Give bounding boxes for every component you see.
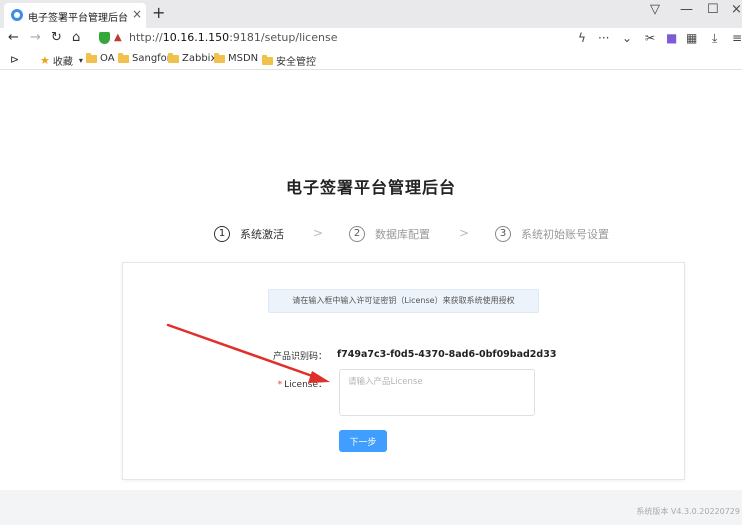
lightning-icon[interactable]: ϟ bbox=[578, 31, 586, 45]
step-label: 系统激活 bbox=[240, 228, 284, 241]
chevron-right-icon: > bbox=[313, 226, 324, 240]
product-id-label: 产品识别码： bbox=[272, 352, 327, 362]
browser-nav-bar: ← → ↻ ⌂ ▲ http://10.16.1.150:9181/setup/… bbox=[0, 28, 742, 50]
menu-icon[interactable]: ≡ bbox=[732, 31, 742, 45]
license-notice: 请在输入框中输入许可证密钥（License）来获取系统使用授权 bbox=[268, 289, 539, 313]
folder-icon bbox=[86, 52, 97, 63]
star-icon: ★ bbox=[40, 54, 50, 67]
license-card: 请在输入框中输入许可证密钥（License）来获取系统使用授权 产品识别码： f… bbox=[122, 262, 685, 480]
address-bar[interactable]: http://10.16.1.150:9181/setup/license bbox=[129, 31, 337, 44]
folder-icon bbox=[262, 54, 273, 65]
step-label: 数据库配置 bbox=[375, 228, 430, 241]
license-label: * License： bbox=[277, 380, 327, 390]
forward-icon[interactable]: → bbox=[30, 30, 41, 45]
caret-down-icon: ▾ bbox=[78, 56, 83, 65]
required-mark: * bbox=[277, 380, 283, 390]
step-number: 1 bbox=[214, 226, 230, 242]
sidebar-toggle-icon[interactable]: ⊳ bbox=[10, 53, 19, 66]
bookmark-item[interactable]: 安全管控 bbox=[262, 53, 316, 68]
product-id-value: f749a7c3-f0d5-4370-8ad6-0bf09bad2d33 bbox=[337, 349, 557, 360]
step-database: 2 数据库配置 bbox=[349, 226, 430, 242]
browser-tab-bar: 电子签署平台管理后台 × + ▽ — ☐ × bbox=[0, 0, 742, 28]
bookmark-favorites[interactable]: ★ 收藏 ▾ bbox=[40, 53, 83, 68]
step-label: 系统初始账号设置 bbox=[521, 228, 609, 241]
shield-icon bbox=[99, 32, 110, 44]
download-icon[interactable]: ⤓ bbox=[712, 31, 717, 46]
home-icon[interactable]: ⌂ bbox=[72, 30, 80, 45]
tab-close-icon[interactable]: × bbox=[132, 7, 142, 21]
setup-steps: 1 系统激活 > 2 数据库配置 > 3 系统初始账号设置 bbox=[0, 226, 742, 244]
url-host: 10.16.1.150 bbox=[162, 31, 230, 44]
extension-icon[interactable]: ■ bbox=[666, 31, 677, 45]
more-icon[interactable]: ··· bbox=[598, 31, 609, 45]
maximize-icon[interactable]: ☐ bbox=[707, 2, 719, 17]
page-footer: 系统版本 V4.3.0.20220729 bbox=[0, 490, 742, 525]
back-icon[interactable]: ← bbox=[8, 30, 19, 45]
chevron-down-icon[interactable]: ⌄ bbox=[622, 31, 632, 45]
bookmarks-bar: ⊳ ★ 收藏 ▾ OA Sangfor Zabbix MSDN 安全管控 bbox=[0, 50, 742, 70]
version-text: 系统版本 V4.3.0.20220729 bbox=[636, 507, 740, 516]
scissors-icon[interactable]: ✂ bbox=[645, 31, 655, 45]
next-step-button[interactable]: 下一步 bbox=[339, 430, 387, 452]
folder-icon bbox=[214, 52, 225, 63]
folder-icon bbox=[168, 52, 179, 63]
page-title: 电子签署平台管理后台 bbox=[285, 178, 456, 197]
chevron-right-icon: > bbox=[459, 226, 470, 240]
minimize-icon[interactable]: — bbox=[680, 2, 693, 17]
bookmark-item[interactable]: MSDN bbox=[214, 52, 258, 64]
step-activation: 1 系统激活 bbox=[214, 226, 284, 242]
folder-icon bbox=[118, 52, 129, 63]
step-initial-account: 3 系统初始账号设置 bbox=[495, 226, 609, 242]
license-input[interactable] bbox=[339, 369, 535, 416]
reload-icon[interactable]: ↻ bbox=[51, 30, 62, 45]
pin-icon[interactable]: ▽ bbox=[650, 2, 660, 17]
new-tab-button[interactable]: + bbox=[152, 3, 165, 22]
insecure-lock-icon[interactable]: ▲ bbox=[114, 32, 122, 43]
step-number: 3 bbox=[495, 226, 511, 242]
step-number: 2 bbox=[349, 226, 365, 242]
bookmark-item[interactable]: OA bbox=[86, 52, 115, 64]
bookmark-item[interactable]: Sangfor bbox=[118, 52, 171, 64]
site-favicon-icon bbox=[11, 9, 23, 21]
tab-title: 电子签署平台管理后台 bbox=[28, 13, 128, 24]
apps-grid-icon[interactable]: ▦ bbox=[686, 31, 697, 45]
browser-tab[interactable]: 电子签署平台管理后台 × bbox=[4, 3, 146, 28]
bookmark-item[interactable]: Zabbix bbox=[168, 52, 216, 64]
close-window-icon[interactable]: × bbox=[731, 2, 742, 17]
